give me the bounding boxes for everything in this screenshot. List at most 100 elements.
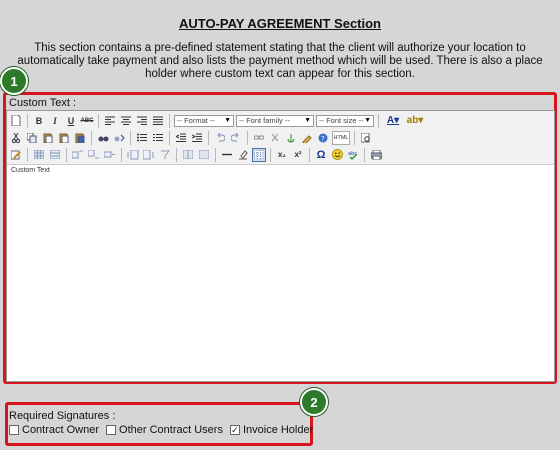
signature-option-other-users[interactable]: Other Contract Users bbox=[106, 424, 223, 436]
copy-icon[interactable] bbox=[25, 131, 39, 145]
horizontal-rule-icon[interactable] bbox=[220, 148, 234, 162]
editor-content-area[interactable]: Custom Text bbox=[7, 165, 554, 176]
toolbar-separator bbox=[27, 113, 28, 128]
signature-option-contract-owner[interactable]: Contract Owner bbox=[9, 424, 99, 436]
special-char-button[interactable]: Ω bbox=[314, 148, 328, 162]
font-family-select[interactable]: -- Font family -- ▼ bbox=[236, 114, 314, 127]
page: AUTO-PAY AGREEMENT Section This section … bbox=[0, 0, 560, 450]
signature-option-invoice-holder[interactable]: ✓ Invoice Holder bbox=[229, 424, 314, 436]
table-insert-icon[interactable] bbox=[32, 148, 46, 162]
superscript-button[interactable]: x² bbox=[291, 148, 305, 162]
table-props-icon[interactable] bbox=[48, 148, 62, 162]
unlink-icon[interactable] bbox=[268, 131, 282, 145]
align-right-icon[interactable] bbox=[135, 114, 149, 128]
svg-text:abc: abc bbox=[348, 151, 357, 157]
callout-badge-1: 1 bbox=[0, 67, 28, 95]
align-left-icon[interactable] bbox=[103, 114, 117, 128]
numbered-list-icon[interactable] bbox=[151, 131, 165, 145]
link-icon[interactable] bbox=[252, 131, 266, 145]
bullet-list-icon[interactable] bbox=[135, 131, 149, 145]
font-size-select[interactable]: -- Font size -- ▼ bbox=[316, 114, 374, 127]
merge-cells-icon[interactable] bbox=[197, 148, 211, 162]
font-size-select-value: -- Font size -- bbox=[319, 116, 364, 125]
toolbar-separator bbox=[121, 147, 122, 162]
replace-icon[interactable] bbox=[112, 131, 126, 145]
section-description: This section contains a pre-defined stat… bbox=[17, 42, 543, 80]
editor-content-text: Custom Text bbox=[11, 167, 50, 174]
svg-text:?: ? bbox=[321, 135, 325, 143]
row-after-icon[interactable] bbox=[87, 148, 101, 162]
row-before-icon[interactable] bbox=[71, 148, 85, 162]
chevron-down-icon: ▼ bbox=[364, 117, 371, 124]
text-color-icon[interactable]: A▾ bbox=[383, 114, 403, 128]
col-before-icon[interactable] bbox=[126, 148, 140, 162]
chevron-down-icon: ▼ bbox=[304, 117, 311, 124]
italic-button[interactable]: I bbox=[48, 114, 62, 128]
cut-icon[interactable] bbox=[9, 131, 23, 145]
edit-css-icon[interactable] bbox=[9, 148, 23, 162]
required-signatures-label: Required Signatures : bbox=[9, 410, 116, 422]
page-title-text: AUTO-PAY AGREEMENT Section bbox=[178, 16, 381, 31]
toolbar-separator bbox=[98, 113, 99, 128]
toolbar-separator bbox=[91, 130, 92, 145]
invoice-holder-checkbox[interactable]: ✓ bbox=[229, 425, 240, 435]
delete-col-icon[interactable] bbox=[158, 148, 172, 162]
toolbar-row-2: ? HTML bbox=[9, 129, 552, 146]
help-icon[interactable]: ? bbox=[316, 131, 330, 145]
paste-text-icon[interactable] bbox=[57, 131, 71, 145]
redo-icon[interactable] bbox=[229, 131, 243, 145]
contract-owner-checkbox[interactable] bbox=[9, 425, 19, 435]
contract-owner-label: Contract Owner bbox=[22, 424, 100, 436]
indent-icon[interactable] bbox=[190, 131, 204, 145]
toolbar-separator bbox=[247, 130, 248, 145]
strikethrough-button[interactable]: ABC bbox=[80, 114, 94, 128]
toolbar-row-1: B I U ABC -- Format -- ▼ -- Font family -… bbox=[9, 112, 552, 129]
find-icon[interactable] bbox=[96, 131, 110, 145]
format-select-value: -- Format -- bbox=[177, 116, 215, 125]
format-select[interactable]: -- Format -- ▼ bbox=[174, 114, 234, 127]
align-center-icon[interactable] bbox=[119, 114, 133, 128]
page-title: AUTO-PAY AGREEMENT Section bbox=[0, 16, 560, 31]
other-contract-users-label: Other Contract Users bbox=[119, 424, 223, 436]
toolbar-separator bbox=[176, 147, 177, 162]
chevron-down-icon: ▼ bbox=[224, 117, 231, 124]
split-cells-icon[interactable] bbox=[181, 148, 195, 162]
toolbar-separator bbox=[66, 147, 67, 162]
undo-icon[interactable] bbox=[213, 131, 227, 145]
toolbar-separator bbox=[364, 147, 365, 162]
bold-button[interactable]: B bbox=[32, 114, 46, 128]
remove-format-icon[interactable] bbox=[236, 148, 250, 162]
toolbar-separator bbox=[215, 147, 216, 162]
paste-word-icon[interactable] bbox=[73, 131, 87, 145]
invoice-holder-label: Invoice Holder bbox=[242, 424, 314, 436]
rich-text-editor: B I U ABC -- Format -- ▼ -- Font family -… bbox=[6, 110, 555, 382]
print-icon[interactable] bbox=[369, 148, 383, 162]
toolbar-separator bbox=[309, 147, 310, 162]
outdent-icon[interactable] bbox=[174, 131, 188, 145]
paste-icon[interactable] bbox=[41, 131, 55, 145]
emoticon-icon[interactable] bbox=[330, 148, 344, 162]
editor-toolbar: B I U ABC -- Format -- ▼ -- Font family -… bbox=[7, 111, 554, 165]
other-contract-users-checkbox[interactable] bbox=[106, 425, 117, 435]
signature-options: Contract Owner Other Contract Users ✓ In… bbox=[9, 424, 317, 436]
underline-button[interactable]: U bbox=[64, 114, 78, 128]
callout-badge-2: 2 bbox=[300, 388, 328, 416]
html-source-button[interactable]: HTML bbox=[332, 130, 350, 145]
spellcheck-icon[interactable]: abc bbox=[346, 148, 360, 162]
custom-text-label: Custom Text : bbox=[9, 97, 77, 109]
toolbar-separator bbox=[169, 113, 170, 128]
highlight-color-icon[interactable]: ab▾ bbox=[405, 114, 425, 128]
anchor-icon[interactable] bbox=[284, 131, 298, 145]
subscript-button[interactable]: x₂ bbox=[275, 148, 289, 162]
delete-row-icon[interactable] bbox=[103, 148, 117, 162]
col-after-icon[interactable] bbox=[142, 148, 156, 162]
toolbar-separator bbox=[208, 130, 209, 145]
align-justify-icon[interactable] bbox=[151, 114, 165, 128]
toolbar-separator bbox=[169, 130, 170, 145]
cleanup-icon[interactable] bbox=[300, 131, 314, 145]
visual-aid-icon[interactable] bbox=[252, 147, 266, 162]
font-family-select-value: -- Font family -- bbox=[239, 116, 290, 125]
toolbar-separator bbox=[378, 113, 379, 128]
new-document-icon[interactable] bbox=[9, 114, 23, 128]
preview-icon[interactable] bbox=[359, 131, 373, 145]
